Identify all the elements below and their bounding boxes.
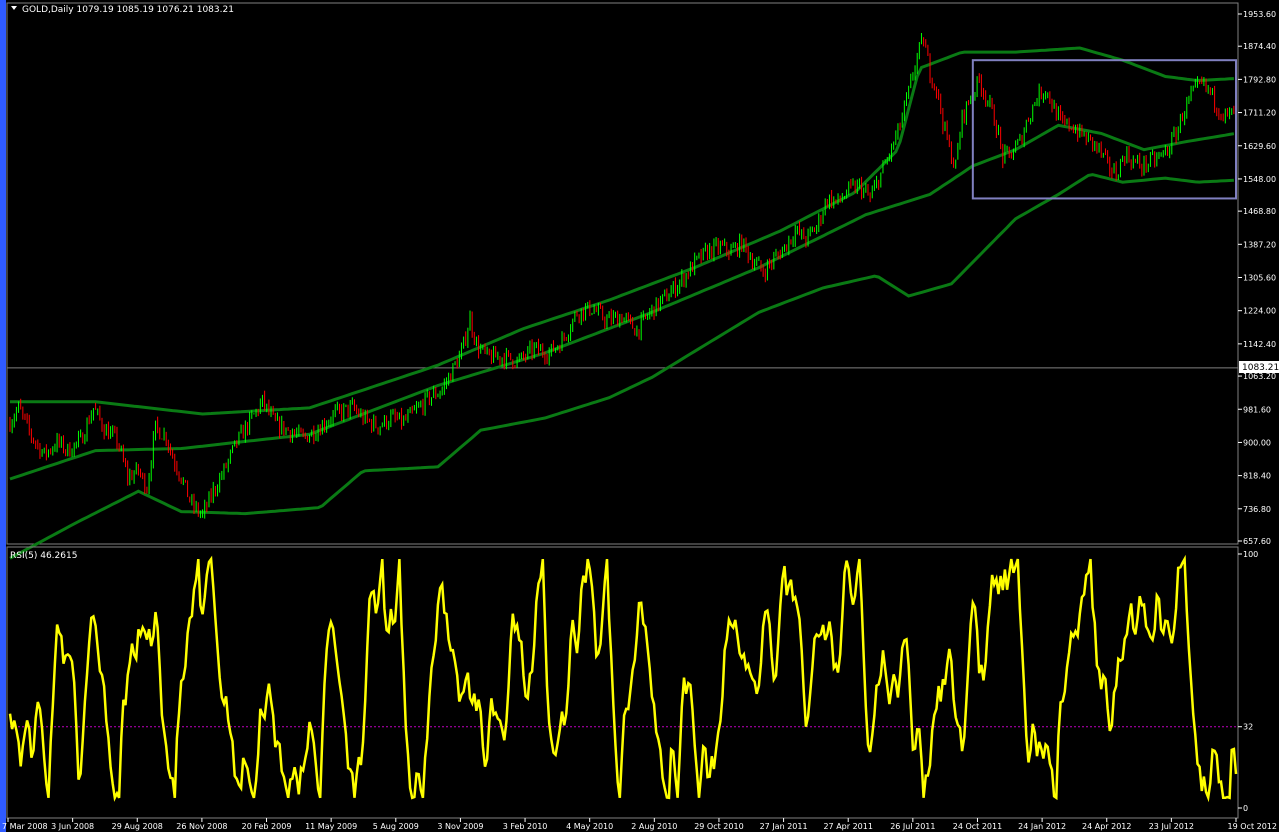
price-tick-label: 1874.40: [1243, 42, 1276, 51]
symbol-header: GOLD,Daily 1079.19 1085.19 1076.21 1083.…: [22, 5, 234, 15]
time-tick-label: 24 Jan 2012: [1018, 822, 1066, 831]
price-tick-label: 1305.60: [1243, 274, 1276, 283]
price-tick-label: 1953.60: [1243, 10, 1276, 19]
time-tick-label: 29 Aug 2008: [112, 822, 163, 831]
price-tick-label: 1711.20: [1243, 109, 1276, 118]
price-tick-label: 1387.20: [1243, 240, 1276, 249]
price-tick-label: 1548.00: [1243, 175, 1276, 184]
time-tick-label: 3 Jun 2008: [51, 822, 94, 831]
rsi-tick-label: 100: [1243, 550, 1258, 559]
current-price-label: 1083.21: [1242, 363, 1279, 373]
price-tick-label: 1629.60: [1243, 142, 1276, 151]
time-tick-label: 24 Oct 2011: [953, 822, 1002, 831]
left-edge-bar: [0, 0, 6, 832]
rsi-tick-label: 0: [1243, 804, 1248, 813]
time-tick-label: 11 May 2009: [305, 822, 357, 831]
time-tick-label: 20 Feb 2009: [242, 822, 292, 831]
time-tick-label: 4 May 2010: [566, 822, 613, 831]
time-tick-label: 23 Jul 2012: [1149, 822, 1194, 831]
time-tick-label: 29 Oct 2010: [694, 822, 743, 831]
price-tick-label: 736.80: [1243, 505, 1271, 514]
rsi-tick-label: 32: [1243, 723, 1253, 732]
price-tick-label: 657.60: [1243, 537, 1271, 546]
price-tick-label: 900.00: [1243, 438, 1271, 447]
time-tick-label: 27 Apr 2011: [823, 822, 872, 831]
time-tick-label: 27 Jan 2011: [760, 822, 808, 831]
price-tick-label: 1142.40: [1243, 340, 1276, 349]
rsi-header: RSI(5) 46.2615: [10, 551, 77, 561]
time-tick-label: 5 Aug 2009: [373, 822, 419, 831]
price-tick-label: 1224.00: [1243, 307, 1276, 316]
price-tick-label: 818.40: [1243, 472, 1271, 481]
time-tick-label: 3 Nov 2009: [437, 822, 483, 831]
chart-background: [0, 0, 1279, 832]
price-tick-label: 981.60: [1243, 405, 1271, 414]
time-tick-label: 3 Feb 2010: [503, 822, 548, 831]
time-tick-label: 26 Nov 2008: [176, 822, 227, 831]
price-tick-label: 1792.80: [1243, 75, 1276, 84]
chart-canvas: GOLD,Daily 1079.19 1085.19 1076.21 1083.…: [0, 0, 1279, 832]
time-tick-label: 24 Apr 2012: [1082, 822, 1131, 831]
price-tick-label: 1468.80: [1243, 207, 1276, 216]
current-price-tag: 1083.21: [1239, 361, 1279, 373]
price-tick-label: 1063.20: [1243, 372, 1276, 381]
time-tick-label: 19 Oct 2012: [1228, 822, 1277, 831]
time-tick-label: 2 Aug 2010: [631, 822, 677, 831]
time-tick-label: 7 Mar 2008: [2, 822, 48, 831]
time-tick-label: 26 Jul 2011: [890, 822, 935, 831]
